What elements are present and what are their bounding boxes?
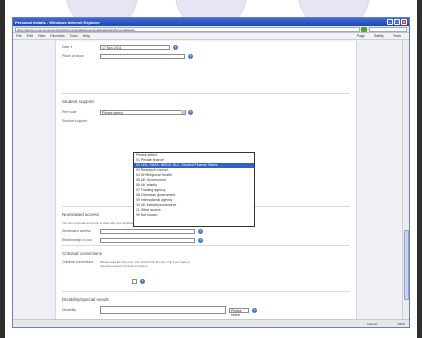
date-section: Date 1 17 Nov 2011 ? Place of issue ? <box>62 43 350 61</box>
place-field[interactable] <box>100 53 185 59</box>
relationship-field[interactable] <box>100 237 195 243</box>
help-icon[interactable]: ? <box>188 53 193 59</box>
relationship-label: Relationship to you <box>62 238 92 242</box>
dropdown-option[interactable]: 99 Not known <box>134 213 254 218</box>
criminal-convictions-title: Criminal convictions <box>62 251 103 256</box>
zone-label: Internet <box>367 321 378 326</box>
address-input[interactable]: https://apply1.ucas.com/example/2012/en/… <box>15 26 360 32</box>
tools-button[interactable]: Tools <box>393 34 401 38</box>
fee-code-label: Fee code <box>62 110 77 114</box>
nominated-name-label: Nominated access <box>62 229 91 233</box>
student-support-label: Student support <box>62 119 87 123</box>
help-icon[interactable]: ? <box>140 278 145 284</box>
go-icon[interactable] <box>361 26 367 32</box>
close-button[interactable]: × <box>401 19 407 25</box>
fee-code-row: Fee code Please select ? <box>62 108 350 116</box>
place-row: Place of issue ? <box>62 52 350 60</box>
criminal-convictions-section: Criminal convictions Criminal conviction… <box>62 245 350 286</box>
menu-view[interactable]: View <box>38 34 46 38</box>
maximize-button[interactable]: □ <box>394 19 400 25</box>
date-field[interactable]: 17 Nov 2011 <box>100 44 170 50</box>
student-support-row: Student support <box>62 117 350 125</box>
help-icon[interactable]: ? <box>252 307 257 313</box>
menu-edit[interactable]: Edit <box>27 34 33 38</box>
title-bar: Personal details - Windows Internet Expl… <box>13 18 409 26</box>
status-bar: Internet 100% <box>13 319 409 327</box>
scrollbar-thumb[interactable] <box>404 230 409 300</box>
menu-bar: File Edit View Favorites Tools Help Page… <box>13 33 409 40</box>
minimize-button[interactable]: – <box>387 19 393 25</box>
fee-code-dropdown-list[interactable]: Please select 01 Private finance 02 LEA,… <box>133 152 255 227</box>
relationship-row: Relationship to you ? <box>62 236 350 244</box>
frame-left <box>0 0 5 338</box>
date-label: Date 1 <box>62 45 73 49</box>
search-input[interactable] <box>369 26 407 32</box>
place-label: Place of issue <box>62 54 84 58</box>
address-bar: https://apply1.ucas.com/example/2012/en/… <box>13 26 409 33</box>
disability-section: Disability/special needs Disability Plea… <box>62 291 350 317</box>
menu-file[interactable]: File <box>16 34 22 38</box>
menu-tools[interactable]: Tools <box>70 34 78 38</box>
browser-window: Personal details - Windows Internet Expl… <box>12 17 410 328</box>
student-support-section: Student support Fee code Please select ?… <box>62 93 350 126</box>
window-title: Personal details - Windows Internet Expl… <box>15 19 100 25</box>
help-icon[interactable]: ? <box>198 228 203 234</box>
help-icon[interactable]: ? <box>173 44 178 50</box>
zoom-label[interactable]: 100% <box>397 322 405 326</box>
fee-code-select[interactable]: Please select <box>100 109 186 115</box>
vertical-scrollbar[interactable] <box>402 40 409 321</box>
criminal-checkbox-row: ? <box>62 277 350 285</box>
help-icon[interactable]: ? <box>188 109 193 115</box>
disability-title: Disability/special needs <box>62 297 109 302</box>
disability-select[interactable]: Please select <box>229 307 249 317</box>
page-button[interactable]: Page <box>357 34 365 38</box>
toolbar: Page Safety Tools <box>353 34 406 38</box>
page-content: Date 1 17 Nov 2011 ? Place of issue ? St… <box>55 41 357 321</box>
nominated-name-row: Nominated access ? <box>62 227 350 235</box>
menu-help[interactable]: Help <box>83 34 90 38</box>
safety-button[interactable]: Safety <box>374 34 384 38</box>
criminal-label: Criminal convictions <box>62 260 94 264</box>
help-icon[interactable]: ? <box>198 237 203 243</box>
date-row: Date 1 17 Nov 2011 ? <box>62 43 350 51</box>
criminal-checkbox[interactable] <box>132 278 137 284</box>
criminal-help-text: Please read the help text. You should ti… <box>100 260 190 268</box>
frame-right <box>417 0 422 338</box>
nominated-name-field[interactable] <box>100 228 195 234</box>
chevron-down-icon[interactable] <box>181 110 185 114</box>
criminal-row: Criminal convictions Please read the hel… <box>62 260 350 276</box>
disability-row: Disability Please select ? <box>62 306 350 317</box>
disability-textarea[interactable] <box>100 306 226 314</box>
student-support-title: Student support <box>62 99 94 104</box>
disability-label: Disability <box>62 308 77 312</box>
menu-favorites[interactable]: Favorites <box>50 34 64 38</box>
